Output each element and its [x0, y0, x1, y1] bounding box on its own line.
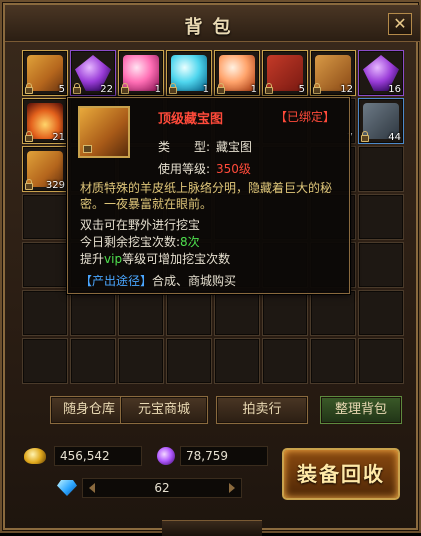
cyan-orb-icon — [171, 55, 207, 91]
lock-icon — [73, 83, 81, 94]
item-quantity: 1 — [202, 84, 209, 95]
vip-text: vip — [104, 252, 123, 266]
item-quantity: 5 — [298, 84, 305, 95]
level-value: 350级 — [216, 162, 251, 176]
inventory-slot[interactable] — [358, 194, 404, 240]
warehouse-button[interactable]: 随身仓库 — [50, 396, 128, 424]
vip-hint-prefix: 提升 — [80, 252, 105, 266]
lock-icon — [313, 83, 321, 94]
item-quantity: 44 — [388, 132, 401, 143]
item-name: 顶级藏宝图 — [158, 112, 224, 127]
item-quantity: 329 — [45, 180, 65, 191]
inventory-slot[interactable] — [166, 338, 212, 384]
inventory-slot[interactable]: 1 — [166, 50, 212, 96]
inventory-slot[interactable]: 21 — [22, 98, 68, 144]
lock-icon — [361, 131, 369, 142]
source-label: 【产出途径】 — [80, 274, 153, 288]
inventory-slot[interactable] — [166, 290, 212, 336]
red-box-icon — [267, 55, 303, 91]
close-button[interactable]: ✕ — [388, 13, 412, 35]
level-label: 使用等级: — [158, 162, 211, 176]
remaining-digs-value: 8次 — [180, 235, 200, 249]
inventory-slot[interactable] — [118, 290, 164, 336]
item-tooltip: 顶级藏宝图 【已绑定】 类 型: 藏宝图 使用等级: 350级 材质特殊的羊皮纸… — [67, 97, 350, 294]
item-quantity: 5 — [58, 84, 65, 95]
inventory-slot[interactable] — [262, 338, 308, 384]
lock-icon — [121, 83, 129, 94]
peach-orb-icon — [219, 55, 255, 91]
type-value: 藏宝图 — [216, 140, 253, 154]
inventory-slot[interactable]: 5 — [22, 50, 68, 96]
bag-window: 背包 ✕ 5221115121621744329 顶级藏宝图 【已绑定】 类 型… — [0, 0, 421, 536]
inventory-slot[interactable] — [22, 338, 68, 384]
bottom-tab — [162, 520, 262, 536]
soul-flame-icon — [157, 447, 175, 465]
lock-icon — [265, 83, 273, 94]
inventory-slot[interactable] — [22, 290, 68, 336]
item-quantity: 1 — [250, 84, 257, 95]
remaining-digs: 今日剩余挖宝次数:8次 — [80, 233, 200, 250]
inventory-slot[interactable]: 44 — [358, 98, 404, 144]
auction-button[interactable]: 拍卖行 — [216, 396, 308, 424]
inventory-slot[interactable] — [310, 290, 356, 336]
diamond-amount: 62 — [82, 478, 242, 498]
inventory-slot[interactable] — [358, 338, 404, 384]
title-bar[interactable]: 背包 ✕ — [5, 5, 420, 42]
lock-icon — [25, 131, 33, 142]
inventory-slot[interactable] — [70, 338, 116, 384]
pink-orb-icon — [123, 55, 159, 91]
source-info: 【产出途径】合成、商城购买 — [80, 272, 236, 289]
inventory-slot[interactable]: 12 — [310, 50, 356, 96]
equipment-recycle-button[interactable]: 装备回收 — [282, 448, 400, 500]
remaining-digs-label: 今日剩余挖宝次数: — [80, 235, 181, 249]
lock-icon — [83, 145, 92, 153]
inventory-slot[interactable] — [358, 242, 404, 288]
window-title: 背包 — [184, 17, 241, 38]
lock-icon — [169, 83, 177, 94]
inventory-slot[interactable] — [214, 338, 260, 384]
item-quantity: 21 — [52, 132, 65, 143]
vip-hint-suffix: 等级可增加挖宝次数 — [122, 252, 231, 266]
inventory-slot[interactable] — [214, 290, 260, 336]
lock-icon — [25, 179, 33, 190]
inventory-slot[interactable] — [262, 290, 308, 336]
soul-amount: 78,759 — [180, 446, 268, 466]
scroll-icon — [27, 55, 63, 91]
item-quantity: 22 — [100, 84, 113, 95]
usage-hint: 双击可在野外进行挖宝 — [80, 218, 201, 232]
vip-hint: 提升vip等级可增加挖宝次数 — [80, 250, 230, 267]
gold-ingot-icon — [24, 448, 46, 464]
inventory-slot[interactable] — [118, 338, 164, 384]
inventory-slot[interactable] — [22, 194, 68, 240]
sort-bag-button[interactable]: 整理背包 — [320, 396, 402, 424]
gold-amount: 456,542 — [54, 446, 142, 466]
item-quantity: 12 — [340, 84, 353, 95]
inventory-slot[interactable] — [22, 242, 68, 288]
item-description: 材质特殊的羊皮纸上脉络分明，隐藏着巨大的秘密。一夜暴富就在眼前。 — [80, 181, 333, 211]
inventory-slot[interactable] — [70, 290, 116, 336]
inventory-slot[interactable] — [310, 338, 356, 384]
inventory-slot[interactable] — [358, 146, 404, 192]
inventory-slot[interactable]: 5 — [262, 50, 308, 96]
bound-status: 【已绑定】 — [274, 110, 335, 124]
inventory-slot[interactable] — [358, 290, 404, 336]
source-value: 合成、商城购买 — [152, 274, 237, 288]
type-label: 类 型: — [158, 140, 211, 154]
lock-icon — [217, 83, 225, 94]
treasure-map-icon — [78, 106, 130, 158]
lock-icon — [25, 83, 33, 94]
inventory-slot[interactable]: 1 — [214, 50, 260, 96]
item-quantity: 1 — [154, 84, 161, 95]
shop-button[interactable]: 元宝商城 — [120, 396, 208, 424]
inventory-slot[interactable]: 16 — [358, 50, 404, 96]
inventory-slot[interactable]: 329 — [22, 146, 68, 192]
diamond-icon — [57, 480, 77, 496]
item-quantity: 16 — [388, 84, 401, 95]
inventory-slot[interactable]: 1 — [118, 50, 164, 96]
inventory-slot[interactable]: 22 — [70, 50, 116, 96]
